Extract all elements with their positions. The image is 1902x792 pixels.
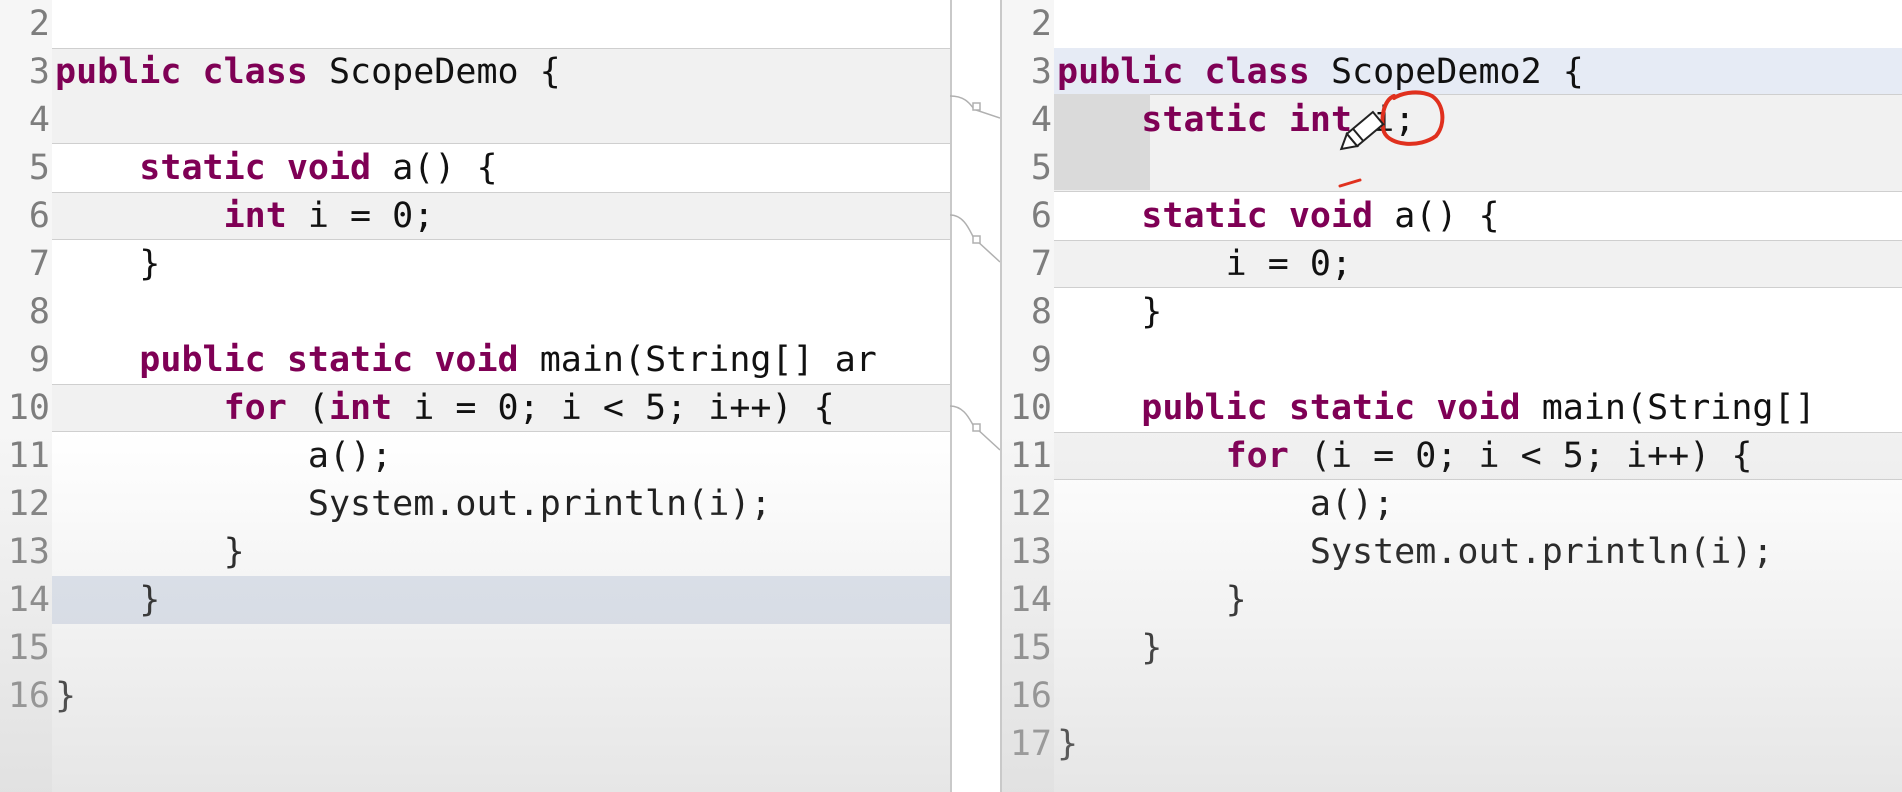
right-compare-pane[interactable]: 2 3 public class ScopeDemo2 {4 static int … [1000,0,1902,792]
left-line-number: 6 [28,196,50,236]
right-code-text[interactable]: static void a() { [1057,192,1499,240]
right-line-number: 13 [1009,532,1052,572]
left-code-line[interactable]: 8 [0,288,950,336]
left-code-text[interactable]: } [55,528,245,576]
left-line-number: 5 [28,148,50,188]
right-code-text[interactable]: } [1057,624,1162,672]
right-code-line[interactable]: 2 [1002,0,1902,48]
left-line-number: 14 [7,580,50,620]
right-line-number: 9 [1030,340,1052,380]
left-code-line[interactable]: 5 static void a() { [0,144,950,192]
left-code-text[interactable]: int i = 0; [55,192,435,240]
left-code-line[interactable]: 13 } [0,528,950,576]
right-line-number: 15 [1009,628,1052,668]
left-code-text[interactable]: public static void main(String[] ar [55,336,877,384]
right-code-line[interactable]: 3 public class ScopeDemo2 { [1002,48,1902,96]
left-line-number: 7 [28,244,50,284]
right-code-line[interactable]: 5 [1002,144,1902,192]
left-code-text[interactable]: for (int i = 0; i < 5; i++) { [55,384,835,432]
right-code-text[interactable]: public class ScopeDemo2 { [1057,48,1584,96]
right-code-line[interactable]: 17} [1002,720,1902,768]
left-compare-pane[interactable]: 2 3 public class ScopeDemo {4 5 static void… [0,0,952,792]
right-code-line[interactable]: 14 } [1002,576,1902,624]
left-code-line[interactable]: 9 public static void main(String[] ar [0,336,950,384]
left-line-number: 10 [7,388,50,428]
left-code-lines[interactable]: 2 3 public class ScopeDemo {4 5 static void… [0,0,950,720]
left-code-line[interactable]: 2 [0,0,950,48]
right-code-line[interactable]: 9 [1002,336,1902,384]
right-line-number: 16 [1009,676,1052,716]
left-code-text[interactable]: } [55,576,160,624]
right-code-line[interactable]: 12 a(); [1002,480,1902,528]
left-line-number: 15 [7,628,50,668]
right-code-line[interactable]: 15 } [1002,624,1902,672]
right-line-number: 5 [1030,148,1052,188]
left-code-text[interactable]: } [55,240,160,288]
left-code-text[interactable]: static void a() { [55,144,497,192]
right-line-number: 8 [1030,292,1052,332]
left-line-number: 4 [28,100,50,140]
right-code-text[interactable]: public static void main(String[] [1057,384,1815,432]
left-line-number: 3 [28,52,50,92]
right-line-number: 17 [1009,724,1052,764]
right-line-number: 6 [1030,196,1052,236]
right-line-number: 14 [1009,580,1052,620]
left-code-line[interactable]: 14 } [0,576,950,624]
right-code-line[interactable]: 11 for (i = 0; i < 5; i++) { [1002,432,1902,480]
right-line-number: 2 [1030,4,1052,44]
left-code-line[interactable]: 7 } [0,240,950,288]
left-code-text[interactable]: System.out.println(i); [55,480,772,528]
right-line-number: 7 [1030,244,1052,284]
left-code-text[interactable]: a(); [55,432,392,480]
left-code-line[interactable]: 15 [0,624,950,672]
right-code-line[interactable]: 6 static void a() { [1002,192,1902,240]
right-line-number: 12 [1009,484,1052,524]
right-line-number: 11 [1009,436,1052,476]
left-code-line[interactable]: 12 System.out.println(i); [0,480,950,528]
right-code-text[interactable]: i = 0; [1057,240,1352,288]
right-code-text[interactable]: System.out.println(i); [1057,528,1774,576]
right-code-line[interactable]: 10 public static void main(String[] [1002,384,1902,432]
right-code-text[interactable]: static int i; [1057,96,1415,144]
left-code-line[interactable]: 6 int i = 0; [0,192,950,240]
left-line-number: 12 [7,484,50,524]
left-code-line[interactable]: 10 for (int i = 0; i < 5; i++) { [0,384,950,432]
left-line-number: 16 [7,676,50,716]
diff-connector-lines [950,95,1000,451]
right-code-line[interactable]: 16 [1002,672,1902,720]
left-line-number: 2 [28,4,50,44]
left-line-number: 9 [28,340,50,380]
right-code-text[interactable]: a(); [1057,480,1394,528]
right-line-number: 10 [1009,388,1052,428]
left-code-line[interactable]: 3 public class ScopeDemo { [0,48,950,96]
right-code-line[interactable]: 13 System.out.println(i); [1002,528,1902,576]
right-line-number: 4 [1030,100,1052,140]
right-code-text[interactable]: } [1057,720,1078,768]
right-line-number: 3 [1030,52,1052,92]
right-code-line[interactable]: 7 i = 0; [1002,240,1902,288]
left-code-line[interactable]: 16} [0,672,950,720]
left-line-number: 13 [7,532,50,572]
right-code-lines[interactable]: 2 3 public class ScopeDemo2 {4 static int … [1002,0,1902,768]
left-code-text[interactable]: public class ScopeDemo { [55,48,561,96]
right-code-text[interactable]: } [1057,288,1162,336]
right-code-text[interactable]: for (i = 0; i < 5; i++) { [1057,432,1753,480]
left-code-text[interactable]: } [55,672,76,720]
right-code-line[interactable]: 4 static int i; [1002,96,1902,144]
left-line-number: 8 [28,292,50,332]
left-code-line[interactable]: 11 a(); [0,432,950,480]
left-code-line[interactable]: 4 [0,96,950,144]
right-code-text[interactable]: } [1057,576,1247,624]
left-line-number: 11 [7,436,50,476]
right-code-line[interactable]: 8 } [1002,288,1902,336]
